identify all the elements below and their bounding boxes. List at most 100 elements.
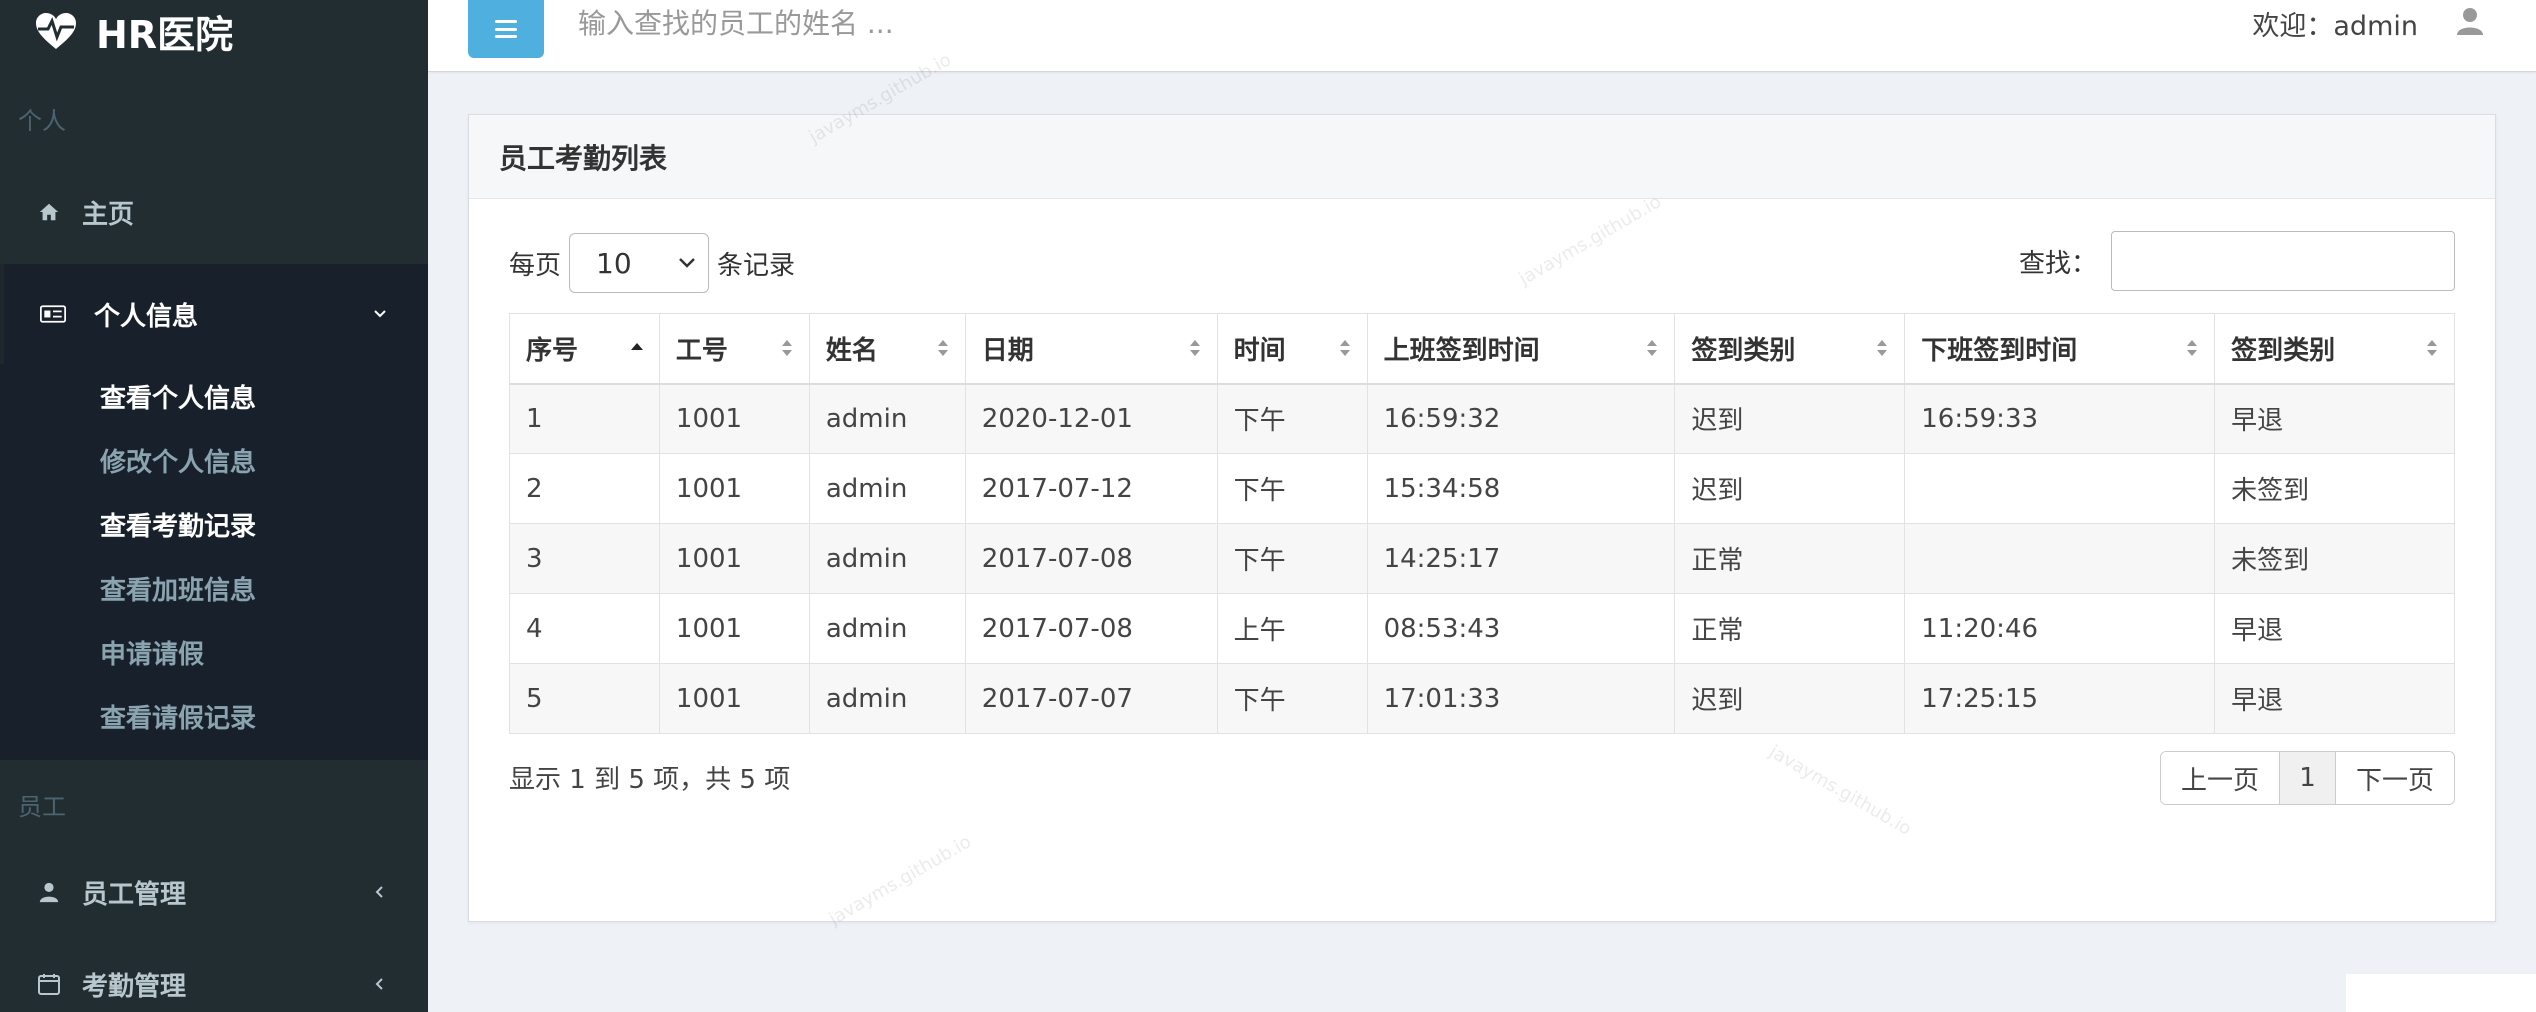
table-cell: 5 [509,663,660,734]
page-length-value: 10 [596,246,632,280]
table-cell: 1001 [658,663,810,734]
column-header[interactable]: 姓名 [808,313,966,385]
table-search-input[interactable] [2111,231,2455,291]
table-cell: 1001 [658,383,810,454]
table-info: 显示 1 到 5 项，共 5 项 [509,765,791,795]
page-1-button[interactable]: 1 [2279,752,2336,804]
sort-icon [1339,340,1350,357]
table-cell: 15:34:58 [1366,453,1676,524]
top-navbar: 欢迎：admin [428,0,2536,72]
submenu-view-leave-records[interactable]: 查看请假记录 [0,684,428,748]
table-cell: 1001 [658,523,810,594]
search-label: 查找： [2018,248,2097,279]
column-header[interactable]: 签到类别 [2214,313,2455,385]
sidebar-item-attendance-manage[interactable]: 考勤管理 [0,936,428,1012]
table-cell: 迟到 [1674,383,1906,454]
table-row: 2 1001 admin 2017-07-12 下午 15:34:58 迟到 未签到 [509,453,2455,524]
table-header-row: 序号 工号 姓名 日期 时间 上班签到时间 签到类别 下班签到时间 签到类别 [509,313,2455,385]
attendance-list-box: 员工考勤列表 每页 10 条记录 查找： 序号 工号 姓名 日期 时间 上班签到时间 签到类… [468,114,2496,922]
table-cell: 正常 [1674,523,1906,594]
section-staff: 员工 [18,792,66,821]
sidebar-item-personal-info[interactable]: 个人信息 [0,264,428,364]
column-header-label: 时间 [1233,335,1286,366]
table-cell: 2017-07-08 [964,523,1218,594]
sort-icon [2427,340,2437,357]
brand-name: HR医院 [96,12,234,57]
welcome-text: 欢迎：admin [2252,11,2418,42]
sidebar-item-attendance-manage-label: 考勤管理 [82,971,187,1002]
table-cell: 2020-12-01 [964,383,1218,454]
chevron-down-icon [679,258,695,268]
page-length-select[interactable]: 10 [569,233,710,293]
submenu-edit-personal-info[interactable]: 修改个人信息 [0,428,428,492]
column-header[interactable]: 时间 [1216,313,1368,385]
table-cell: 17:25:15 [1904,663,2216,734]
chevron-left-icon [375,886,383,898]
column-header-label: 姓名 [825,335,878,366]
sort-icon [1877,340,1888,357]
sidebar-toggle-button[interactable] [468,0,544,58]
table-search: 查找： [2019,231,2455,291]
brand[interactable]: HR医院 [0,0,428,62]
table-cell: 下午 [1216,453,1368,524]
column-header[interactable]: 日期 [964,313,1218,385]
table-cell: 迟到 [1674,663,1906,734]
table-cell [1904,453,2216,524]
calendar-icon [36,971,62,997]
table-cell: 4 [509,593,660,664]
table-row: 1 1001 admin 2020-12-01 下午 16:59:32 迟到 16:59:33… [509,383,2455,454]
per-page-suffix: 条记录 [717,250,796,281]
user-icon[interactable] [2456,6,2484,36]
table-cell: 未签到 [2214,453,2455,524]
table-row: 5 1001 admin 2017-07-07 下午 17:01:33 迟到 17:25:15… [509,663,2455,734]
table-cell: 早退 [2214,383,2455,454]
next-page-button[interactable]: 下一页 [2335,752,2454,804]
submenu-view-personal-info[interactable]: 查看个人信息 [0,364,428,428]
box-title: 员工考勤列表 [469,115,2495,199]
table-cell: 2017-07-07 [964,663,1218,734]
column-header[interactable]: 序号 [509,313,660,385]
table-cell: 早退 [2214,593,2455,664]
sidebar-item-personal-info-label: 个人信息 [94,301,199,332]
table-cell: 17:01:33 [1366,663,1676,734]
table-cell: admin [808,383,966,454]
table-cell: 早退 [2214,663,2455,734]
column-header-label: 签到类别 [2231,335,2336,366]
column-header-label: 日期 [981,335,1034,366]
table-cell: 下午 [1216,383,1368,454]
sidebar-item-staff-manage[interactable]: 员工管理 [0,848,428,936]
table-cell: admin [808,453,966,524]
table-cell: 3 [509,523,660,594]
sidebar: HR医院 个人 主页 个人信息 查看个人信息 修改个人信息 查看考勤记录 查看加… [0,0,428,1012]
sort-icon [781,340,792,357]
chevron-left-icon [375,978,383,990]
table-cell: 2017-07-12 [964,453,1218,524]
per-page-prefix: 每页 [509,250,562,281]
corner-blank [2346,974,2536,1012]
column-header[interactable]: 工号 [658,313,810,385]
chevron-down-icon [374,310,386,318]
table-cell: 2017-07-08 [964,593,1218,664]
table-cell: admin [808,523,966,594]
column-header[interactable]: 签到类别 [1674,313,1906,385]
table-body: 1 1001 admin 2020-12-01 下午 16:59:32 迟到 16:59:33… [509,383,2455,734]
heartbeat-icon [36,13,76,49]
table-cell: 上午 [1216,593,1368,664]
column-header-label: 签到类别 [1691,335,1796,366]
employee-search-input[interactable] [578,0,1178,46]
table-cell: 14:25:17 [1366,523,1676,594]
pagination: 上一页 1 下一页 [2159,751,2455,805]
column-header[interactable]: 下班签到时间 [1904,313,2216,385]
sort-icon [2187,340,2198,357]
submenu-view-attendance[interactable]: 查看考勤记录 [0,492,428,556]
column-header[interactable]: 上班签到时间 [1366,313,1676,385]
table-cell: 2 [509,453,660,524]
table-cell: 1 [509,383,660,454]
table-cell: 下午 [1216,523,1368,594]
submenu-view-overtime[interactable]: 查看加班信息 [0,556,428,620]
submenu-apply-leave[interactable]: 申请请假 [0,620,428,684]
prev-page-button[interactable]: 上一页 [2160,752,2280,804]
sidebar-item-home[interactable]: 主页 [0,174,428,250]
table-cell: 下午 [1216,663,1368,734]
table-cell: 未签到 [2214,523,2455,594]
